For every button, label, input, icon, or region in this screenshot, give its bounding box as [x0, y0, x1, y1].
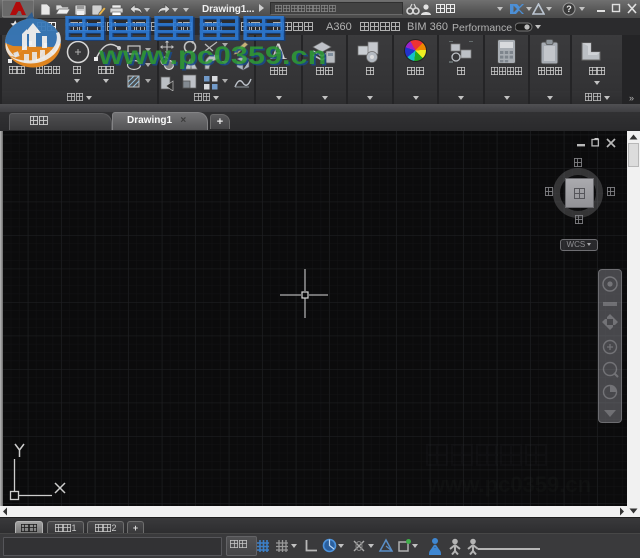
svg-text:?: ? — [566, 4, 572, 14]
